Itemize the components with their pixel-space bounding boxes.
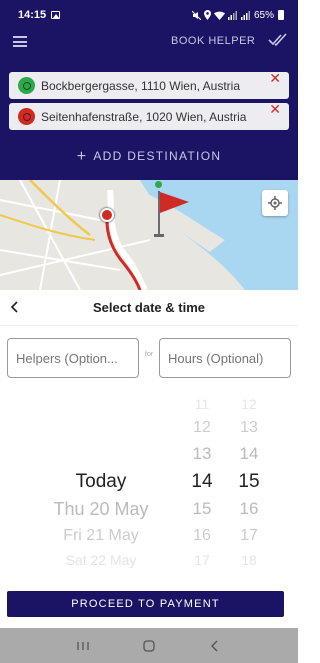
remove-pickup-icon[interactable]: ✕ xyxy=(269,70,281,87)
hour-option[interactable]: 11 xyxy=(182,396,222,412)
minute-option[interactable]: 13 xyxy=(225,419,273,437)
date-time-sheet: Select date & time Helpers (Option... fo… xyxy=(0,290,298,628)
crosshair-icon xyxy=(268,196,282,210)
day-option[interactable]: Today xyxy=(20,471,182,493)
pickup-pin-icon xyxy=(18,77,35,94)
hamburger-menu-icon[interactable] xyxy=(13,36,27,47)
dropoff-pin-icon xyxy=(18,108,35,125)
system-nav-bar xyxy=(0,628,298,663)
back-icon[interactable] xyxy=(205,639,225,653)
back-arrow-icon[interactable] xyxy=(8,299,22,315)
minute-option[interactable]: 16 xyxy=(225,499,273,519)
hour-option[interactable]: 13 xyxy=(182,444,222,464)
day-option[interactable]: Thu 20 May xyxy=(20,499,182,520)
remove-dropoff-icon[interactable]: ✕ xyxy=(269,101,281,118)
hour-option[interactable]: 16 xyxy=(182,527,222,545)
status-bar: 14:15 65% xyxy=(0,0,298,30)
map-pin-green xyxy=(155,181,162,188)
pickup-address-card[interactable]: Bockbergergasse, 1110 Wien, Austria ✕ xyxy=(9,70,289,99)
recents-icon[interactable] xyxy=(73,639,93,653)
signal-icon xyxy=(227,10,237,20)
hour-option[interactable]: 15 xyxy=(182,499,222,519)
hours-field[interactable]: Hours (Optional) xyxy=(159,338,291,378)
flag-icon xyxy=(154,191,189,237)
battery-percent: 65% xyxy=(253,9,274,21)
signal-icon-2 xyxy=(240,10,250,20)
minute-picker[interactable]: 12 13 14 15 16 17 18 xyxy=(225,393,273,569)
mute-icon xyxy=(191,10,201,20)
route-map[interactable] xyxy=(0,180,298,290)
hour-option[interactable]: 17 xyxy=(182,552,222,568)
battery-icon xyxy=(278,10,284,20)
double-check-icon[interactable] xyxy=(268,33,288,47)
hour-option[interactable]: 14 xyxy=(182,471,222,493)
hours-placeholder: Hours (Optional) xyxy=(168,350,264,366)
day-option[interactable]: Sat 22 May xyxy=(20,552,182,568)
wifi-icon xyxy=(213,11,225,20)
proceed-to-payment-button[interactable]: PROCEED TO PAYMENT xyxy=(7,591,284,617)
map-canvas xyxy=(0,180,298,290)
image-notification-icon xyxy=(51,11,61,19)
for-label: for xyxy=(144,351,154,358)
minute-option[interactable]: 15 xyxy=(225,471,273,493)
sheet-header: Select date & time xyxy=(0,290,298,326)
minute-option[interactable]: 14 xyxy=(225,444,273,464)
minute-option[interactable]: 17 xyxy=(225,527,273,545)
sheet-title: Select date & time xyxy=(93,300,205,315)
locate-me-button[interactable] xyxy=(262,190,288,216)
minute-option[interactable]: 18 xyxy=(225,552,273,568)
hour-option[interactable]: 12 xyxy=(182,419,222,437)
dropoff-map-marker-icon xyxy=(100,208,114,222)
home-icon[interactable] xyxy=(139,639,159,653)
add-destination-button[interactable]: + ADD DESTINATION xyxy=(0,148,298,166)
helpers-placeholder: Helpers (Option... xyxy=(16,350,118,366)
location-icon xyxy=(203,10,211,20)
status-time: 14:15 xyxy=(18,9,47,21)
hour-picker[interactable]: 11 12 13 14 15 16 17 xyxy=(182,393,222,569)
dropoff-address-text: Seitenhafenstraße, 1020 Wien, Austria xyxy=(41,109,247,124)
booking-header: BOOK HELPER Bockbergergasse, 1110 Wien, … xyxy=(0,30,298,180)
pickup-address-text: Bockbergergasse, 1110 Wien, Austria xyxy=(41,78,240,93)
day-option[interactable]: Fri 21 May xyxy=(20,527,182,545)
book-helper-title: BOOK HELPER xyxy=(171,35,256,47)
minute-option[interactable]: 12 xyxy=(225,396,273,412)
dropoff-address-card[interactable]: Seitenhafenstraße, 1020 Wien, Austria ✕ xyxy=(9,101,289,130)
helpers-field[interactable]: Helpers (Option... xyxy=(7,338,139,378)
plus-icon: + xyxy=(76,148,88,165)
add-destination-label: ADD DESTINATION xyxy=(93,149,222,163)
day-picker[interactable]: Today Thu 20 May Fri 21 May Sat 22 May xyxy=(20,393,182,569)
